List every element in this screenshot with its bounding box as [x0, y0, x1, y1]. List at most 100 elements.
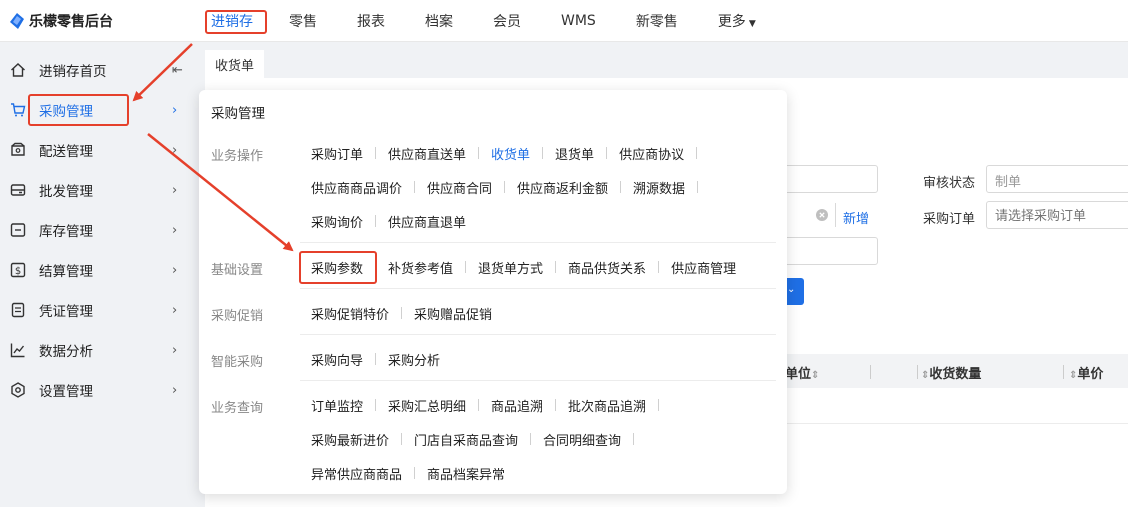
- separator: [542, 147, 544, 159]
- app-title: 乐檬零售后台: [29, 14, 113, 30]
- wholesale-icon: [10, 184, 26, 196]
- section-divider: [300, 334, 776, 335]
- voucher-icon: [11, 302, 25, 318]
- sidebar-item-inventory[interactable]: 库存管理 ›: [0, 210, 195, 250]
- menu-item-order-monitor[interactable]: 订单监控: [311, 396, 363, 415]
- th-label: 单价: [1077, 367, 1104, 382]
- sidebar-item-home[interactable]: 进销存首页 ⇤: [0, 50, 195, 90]
- th-unit[interactable]: 单位⇕: [785, 363, 819, 382]
- menu-row: 订单监控 采购汇总明细 商品追溯 批次商品追溯: [311, 396, 671, 415]
- category-basic-settings: 基础设置: [211, 263, 264, 278]
- caret-down-icon: ▼: [748, 19, 756, 29]
- menu-item-supplier-contract[interactable]: 供应商合同: [427, 178, 492, 197]
- menu-item-purchase-wizard[interactable]: 采购向导: [311, 350, 363, 369]
- sidebar-item-wholesale[interactable]: 批发管理 ›: [0, 170, 195, 210]
- chevron-right-icon: ›: [172, 342, 178, 358]
- topnav-more[interactable]: 更多 ▼: [698, 11, 776, 31]
- delivery-icon: [11, 142, 25, 156]
- separator: [375, 353, 377, 365]
- topnav-reports[interactable]: 报表: [337, 11, 405, 31]
- inventory-icon: [10, 223, 26, 237]
- sidebar-item-settings[interactable]: 设置管理 ›: [0, 370, 195, 410]
- th-price[interactable]: ⇕单价: [1069, 363, 1103, 382]
- menu-item-supplier-price-adjust[interactable]: 供应商商品调价: [311, 178, 402, 197]
- separator: [465, 261, 467, 273]
- separator: [606, 147, 608, 159]
- separator: [401, 433, 403, 445]
- settlement-icon: $: [10, 262, 26, 278]
- tab-label: 收货单: [215, 58, 255, 74]
- menu-row: 采购询价 供应商直退单: [311, 212, 466, 231]
- audit-status-label: 审核状态: [923, 176, 976, 191]
- separator: [530, 433, 532, 445]
- menu-row: 异常供应商商品 商品档案异常: [311, 464, 505, 483]
- menu-item-promo-price[interactable]: 采购促销特价: [311, 304, 389, 323]
- menu-item-supplier-agreement[interactable]: 供应商协议: [619, 144, 684, 163]
- dropdown-title: 采购管理: [211, 106, 265, 122]
- add-link[interactable]: 新增: [843, 208, 869, 227]
- separator: [375, 215, 377, 227]
- topnav-new-retail[interactable]: 新零售: [616, 11, 698, 31]
- separator: [478, 399, 480, 411]
- separator: [375, 399, 377, 411]
- menu-item-supply-relation[interactable]: 商品供货关系: [568, 258, 646, 277]
- sidebar-item-delivery[interactable]: 配送管理 ›: [0, 130, 195, 170]
- clear-icon[interactable]: [816, 209, 828, 221]
- menu-item-store-self-purchase[interactable]: 门店自采商品查询: [414, 430, 518, 449]
- audit-status-select[interactable]: 制单: [986, 165, 1128, 193]
- menu-item-promo-gift[interactable]: 采购赠品促销: [414, 304, 492, 323]
- logo: 乐檬零售后台: [10, 11, 113, 31]
- menu-item-abnormal-supplier-goods[interactable]: 异常供应商商品: [311, 464, 402, 483]
- menu-item-receipt[interactable]: 收货单: [491, 144, 530, 163]
- column-separator: [870, 365, 871, 379]
- menu-item-supplier-direct-return[interactable]: 供应商直退单: [388, 212, 466, 231]
- menu-item-latest-price[interactable]: 采购最新进价: [311, 430, 389, 449]
- menu-row: 采购最新进价 门店自采商品查询 合同明细查询: [311, 430, 646, 449]
- category-query: 业务查询: [211, 401, 264, 416]
- menu-item-purchase-inquiry[interactable]: 采购询价: [311, 212, 363, 231]
- menu-item-replenish-ref[interactable]: 补货参考值: [388, 258, 453, 277]
- chevron-right-icon: ›: [172, 142, 178, 158]
- sidebar-item-voucher[interactable]: 凭证管理 ›: [0, 290, 195, 330]
- separator: [620, 181, 622, 193]
- menu-item-traceability[interactable]: 溯源数据: [633, 178, 685, 197]
- menu-item-supplier-direct[interactable]: 供应商直送单: [388, 144, 466, 163]
- menu-item-contract-detail[interactable]: 合同明细查询: [543, 430, 621, 449]
- logo-icon: [10, 13, 24, 29]
- menu-item-purchase-order[interactable]: 采购订单: [311, 144, 363, 163]
- collapse-icon[interactable]: ⇤: [172, 63, 183, 78]
- menu-item-purchase-analysis[interactable]: 采购分析: [388, 350, 440, 369]
- menu-item-return-method[interactable]: 退货单方式: [478, 258, 543, 277]
- chevron-right-icon: ›: [172, 102, 178, 118]
- topnav-retail[interactable]: 零售: [269, 11, 337, 31]
- svg-text:$: $: [15, 266, 21, 277]
- purchase-order-input[interactable]: [986, 201, 1128, 229]
- topnav-archive[interactable]: 档案: [405, 11, 473, 31]
- chevron-right-icon: ›: [172, 302, 178, 318]
- menu-item-purchase-summary[interactable]: 采购汇总明细: [388, 396, 466, 415]
- chevron-right-icon: ›: [172, 222, 178, 238]
- column-separator: [917, 365, 918, 379]
- topnav-wms[interactable]: WMS: [541, 13, 616, 29]
- menu-item-return[interactable]: 退货单: [555, 144, 594, 163]
- menu-item-supplier-rebate[interactable]: 供应商返利金额: [517, 178, 608, 197]
- sidebar-item-settlement[interactable]: $ 结算管理 ›: [0, 250, 195, 290]
- th-quantity[interactable]: ⇕收货数量: [921, 363, 981, 382]
- section-divider: [300, 380, 776, 381]
- sidebar-item-label: 设置管理: [39, 384, 93, 400]
- separator: [658, 399, 660, 411]
- menu-item-batch-trace[interactable]: 批次商品追溯: [568, 396, 646, 415]
- tab-receipt[interactable]: 收货单: [205, 50, 265, 78]
- separator: [697, 181, 699, 193]
- sidebar-item-label: 数据分析: [39, 344, 93, 360]
- menu-item-product-trace[interactable]: 商品追溯: [491, 396, 543, 415]
- sidebar-item-analytics[interactable]: 数据分析 ›: [0, 330, 195, 370]
- topnav-member[interactable]: 会员: [473, 11, 541, 31]
- menu-item-supplier-management[interactable]: 供应商管理: [671, 258, 736, 277]
- home-icon: [11, 63, 25, 77]
- menu-item-product-archive-abnormal[interactable]: 商品档案异常: [427, 464, 505, 483]
- section-divider: [300, 242, 776, 243]
- settings-icon: [11, 382, 25, 398]
- category-smart-purchase: 智能采购: [211, 355, 264, 370]
- separator: [478, 147, 480, 159]
